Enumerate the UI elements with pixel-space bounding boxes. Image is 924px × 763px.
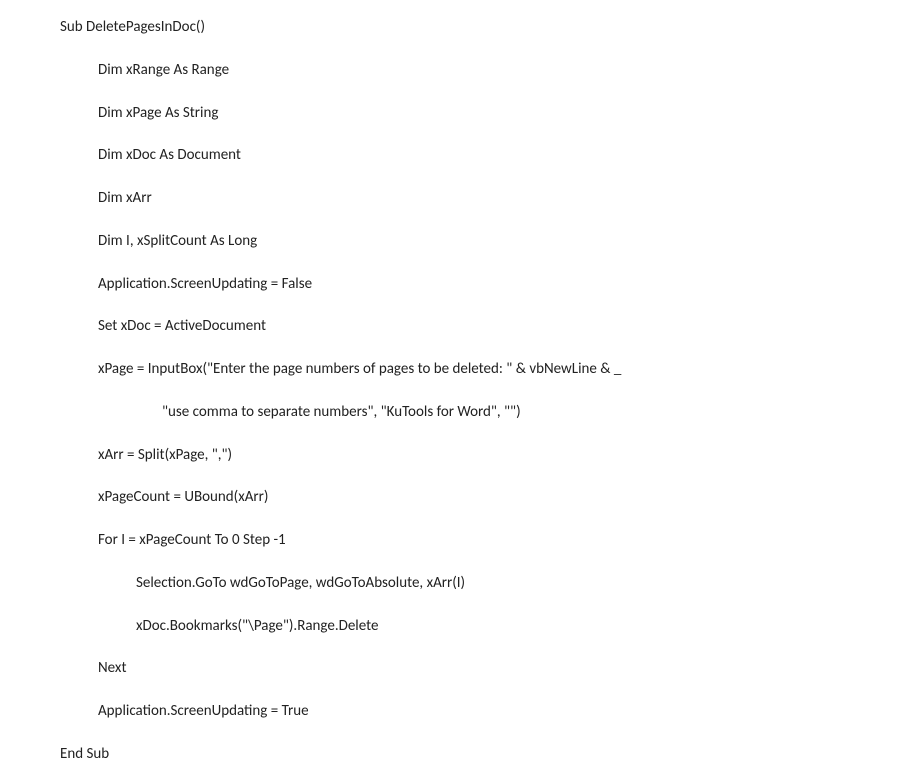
code-line: "use comma to separate numbers", "KuTool…: [60, 403, 924, 422]
code-line: Selection.GoTo wdGoToPage, wdGoToAbsolut…: [60, 574, 924, 593]
code-line: Dim xArr: [60, 189, 924, 208]
code-line: Sub DeletePagesInDoc(): [60, 18, 924, 37]
code-line: xDoc.Bookmarks("\Page").Range.Delete: [60, 617, 924, 636]
vba-code-block: Sub DeletePagesInDoc() Dim xRange As Ran…: [0, 0, 924, 763]
code-line: For I = xPageCount To 0 Step -1: [60, 531, 924, 550]
code-line: Dim I, xSplitCount As Long: [60, 232, 924, 251]
code-line: xPage = InputBox("Enter the page numbers…: [60, 360, 924, 379]
code-line: Application.ScreenUpdating = False: [60, 275, 924, 294]
code-line: xPageCount = UBound(xArr): [60, 488, 924, 507]
code-line: Application.ScreenUpdating = True: [60, 702, 924, 721]
code-line: Set xDoc = ActiveDocument: [60, 317, 924, 336]
code-line: Dim xPage As String: [60, 104, 924, 123]
code-line: Dim xRange As Range: [60, 61, 924, 80]
code-line: xArr = Split(xPage, ","): [60, 446, 924, 465]
code-line: End Sub: [60, 745, 924, 763]
code-line: Next: [60, 659, 924, 678]
code-line: Dim xDoc As Document: [60, 146, 924, 165]
